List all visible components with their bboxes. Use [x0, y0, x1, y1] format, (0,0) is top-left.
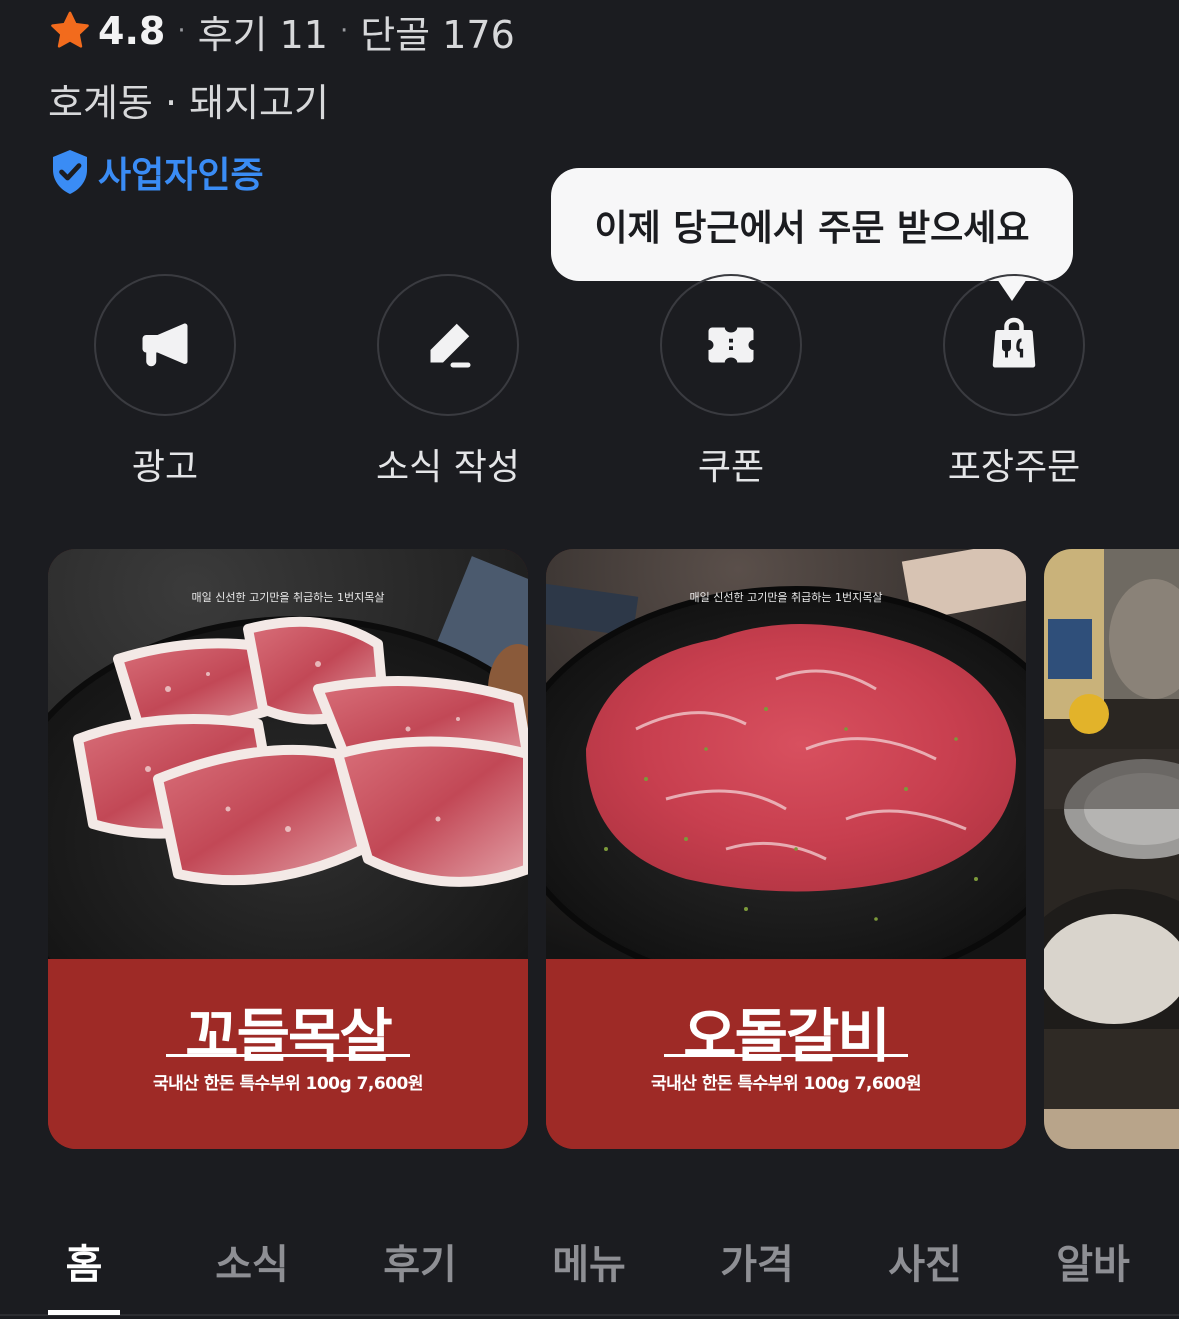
write-news-label: 소식 작성 [376, 447, 520, 488]
separator: · [177, 16, 186, 46]
menu-name: 꼬들목살 [185, 1002, 392, 1070]
pencil-icon [430, 323, 471, 368]
store-tabs: 홈 소식 후기 메뉴 가격 사진 알바 [0, 1222, 1179, 1292]
coupon-button[interactable]: 쿠폰 [636, 274, 826, 490]
store-category: 호계동 · 돼지고기 [48, 81, 329, 125]
takeout-order-button[interactable]: 포장주문 [919, 274, 1109, 490]
ad-button[interactable]: 광고 [70, 274, 260, 490]
star-icon [51, 11, 89, 48]
divider [664, 1054, 908, 1057]
tooltip-text: 이제 당근에서 주문 받으세요 [594, 207, 1030, 249]
shield-check-icon [53, 150, 87, 194]
takeout-order-label: 포장주문 [947, 447, 1081, 488]
menu-photo [48, 549, 528, 959]
tab-bar-divider [0, 1314, 1179, 1316]
divider [166, 1054, 410, 1057]
pork-neck-photo [48, 549, 528, 959]
rating-value: 4.8 [98, 9, 166, 53]
coupon-label: 쿠폰 [697, 447, 765, 488]
takeout-order-button-circle[interactable] [943, 274, 1085, 416]
tab-menu[interactable]: 메뉴 [552, 1232, 626, 1290]
tab-news[interactable]: 소식 [215, 1232, 289, 1290]
menu-price: 국내산 한돈 특수부위 100g 7,600원 [152, 1074, 424, 1094]
ad-label: 광고 [131, 447, 199, 488]
active-tab-indicator [48, 1310, 120, 1315]
restaurant-photo [1044, 549, 1179, 1149]
menu-photo [546, 549, 1026, 959]
regular-count[interactable]: 단골 176 [360, 4, 515, 59]
separator: · [339, 16, 349, 46]
menu-price: 국내산 한돈 특수부위 100g 7,600원 [650, 1074, 922, 1094]
order-tooltip[interactable]: 이제 당근에서 주문 받으세요 [551, 168, 1073, 281]
tab-reviews[interactable]: 후기 [383, 1232, 457, 1290]
tab-jobs[interactable]: 알바 [1056, 1232, 1130, 1290]
tab-price[interactable]: 가격 [720, 1232, 794, 1290]
menu-card[interactable]: 매일 신선한 고기만을 취급하는 1번지목살 오돌갈비 국내산 한돈 특수부위 … [546, 549, 1026, 1149]
business-verified-badge[interactable]: 사업자인증 [50, 146, 264, 198]
card-tagline: 매일 신선한 고기만을 취급하는 1번지목살 [689, 591, 883, 604]
verified-label: 사업자인증 [98, 155, 264, 196]
rating-row: 4.8 · 후기 11 · 단골 176 [48, 4, 515, 59]
card-tagline: 매일 신선한 고기만을 취급하는 1번지목살 [191, 591, 385, 604]
write-news-button[interactable]: 소식 작성 [353, 274, 543, 490]
tab-home[interactable]: 홈 [66, 1232, 103, 1290]
review-count[interactable]: 후기 11 [198, 4, 328, 59]
write-news-button-circle[interactable] [377, 274, 519, 416]
ad-button-circle[interactable] [94, 274, 236, 416]
coupon-icon [708, 327, 754, 363]
megaphone-icon [142, 323, 188, 367]
pork-rib-photo [546, 549, 1026, 959]
menu-name: 오돌갈비 [683, 1002, 890, 1070]
menu-card-partial[interactable] [1044, 549, 1179, 1149]
takeout-bag-icon [992, 317, 1036, 368]
menu-card[interactable]: 매일 신선한 고기만을 취급하는 1번지목살 꼬들목살 국내산 한돈 특수부위 … [48, 549, 528, 1149]
tab-photos[interactable]: 사진 [888, 1232, 962, 1290]
coupon-button-circle[interactable] [660, 274, 802, 416]
